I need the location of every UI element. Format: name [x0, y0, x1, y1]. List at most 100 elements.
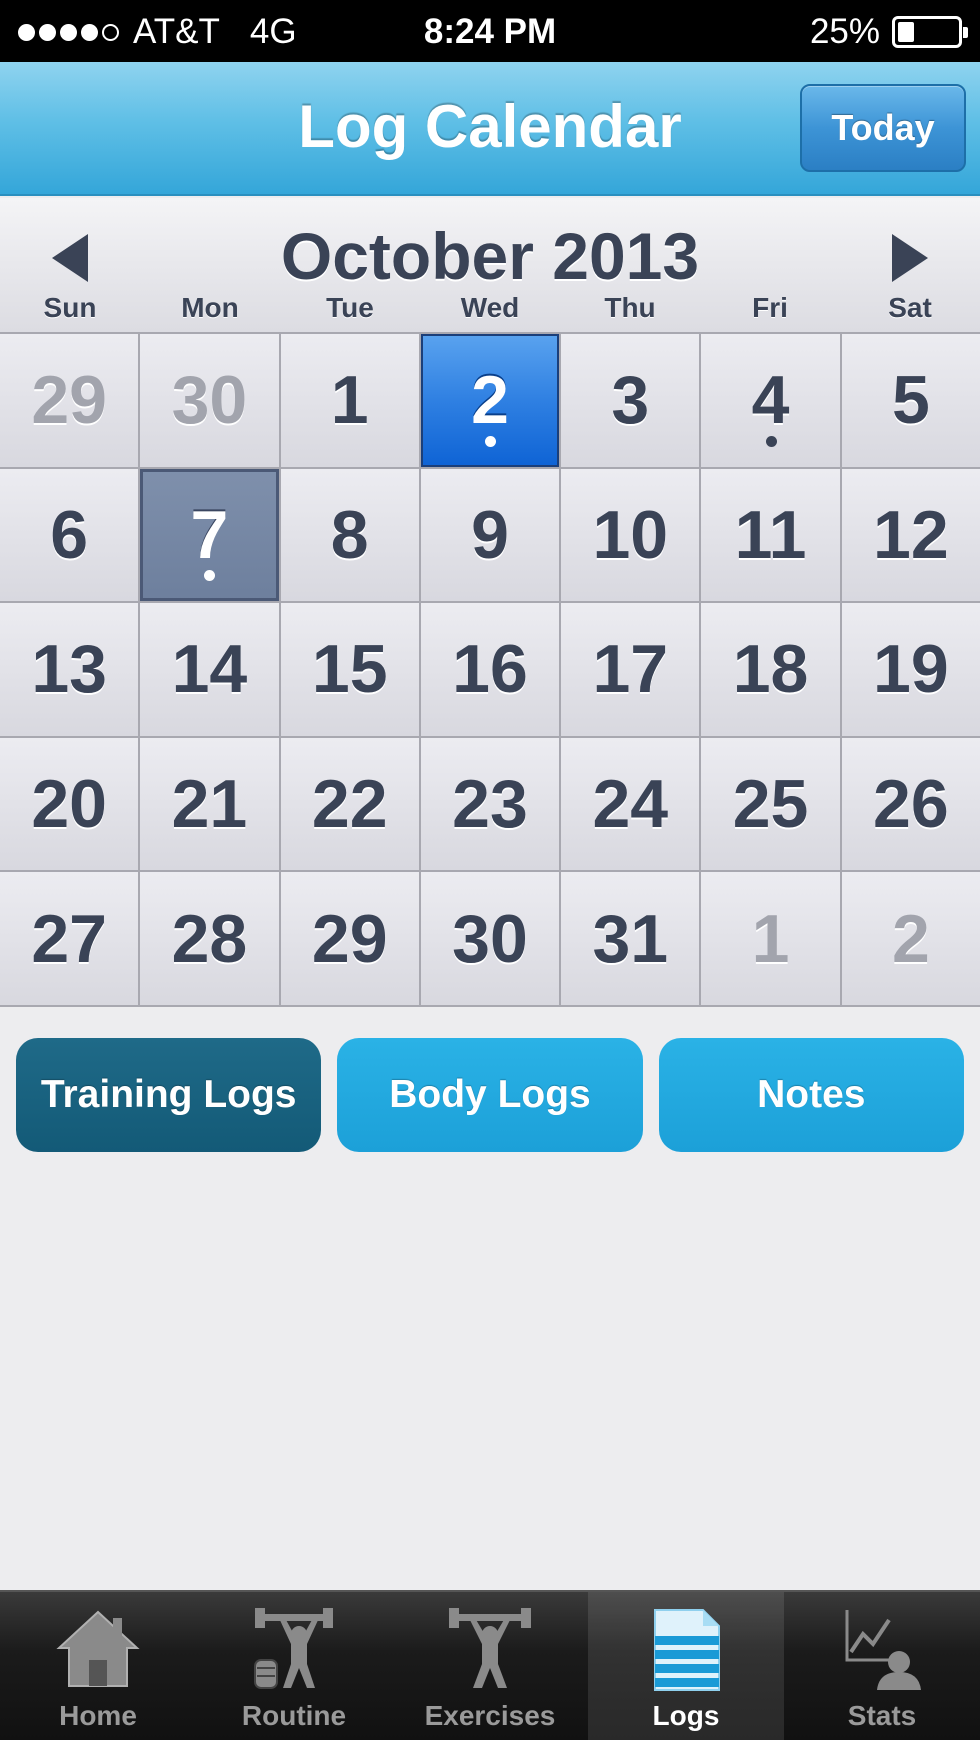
- calendar-day-today[interactable]: 7: [140, 468, 279, 602]
- day-number: 19: [873, 631, 949, 708]
- tab-label: Home: [59, 1700, 137, 1731]
- weekday-label: Sun: [43, 292, 97, 323]
- day-number: 16: [452, 631, 528, 708]
- log-marker-dot: [204, 570, 216, 582]
- day-number: 14: [171, 631, 248, 708]
- calendar-day[interactable]: 30: [420, 872, 560, 1005]
- next-month-button[interactable]: [880, 228, 940, 288]
- calendar-day[interactable]: 19: [841, 603, 980, 736]
- calendar-day-selected[interactable]: 2: [420, 334, 560, 467]
- day-number: 26: [873, 766, 949, 843]
- arrow-right-icon: [892, 234, 928, 282]
- calendar-day[interactable]: 29: [280, 872, 419, 1005]
- calendar-day[interactable]: 9: [420, 468, 560, 602]
- day-number: 28: [171, 900, 248, 977]
- notes-button[interactable]: Notes: [658, 1038, 964, 1152]
- calendar-day[interactable]: 23: [420, 737, 560, 871]
- calendar-day[interactable]: 30: [140, 334, 279, 467]
- day-number: 3: [611, 362, 650, 439]
- day-number: 7: [190, 496, 229, 573]
- weekday-label: Wed: [460, 292, 520, 323]
- tab-label: Logs: [652, 1700, 720, 1731]
- day-number: 29: [31, 362, 107, 439]
- calendar-day[interactable]: 27: [0, 872, 139, 1005]
- day-number: 9: [471, 496, 509, 573]
- calendar-day[interactable]: 21: [140, 737, 279, 871]
- calendar-day[interactable]: 10: [561, 468, 700, 602]
- day-number: 22: [311, 766, 388, 843]
- day-number: 27: [31, 900, 107, 977]
- weekday-label: Fri: [752, 292, 788, 323]
- day-number: 4: [751, 362, 790, 439]
- tab-bar: Home Routine Exercises Logs Stats: [0, 1590, 980, 1740]
- battery-level: [898, 22, 914, 42]
- calendar-day[interactable]: 5: [841, 334, 980, 467]
- tab-home[interactable]: Home: [0, 1592, 196, 1740]
- calendar-day[interactable]: 12: [841, 468, 980, 602]
- body-logs-button[interactable]: Body Logs: [337, 1038, 643, 1152]
- day-number: 29: [311, 900, 388, 977]
- calendar-day[interactable]: 17: [561, 603, 700, 736]
- day-number: 24: [592, 766, 669, 843]
- calendar-day[interactable]: 26: [841, 737, 980, 871]
- calendar-day[interactable]: 3: [561, 334, 700, 467]
- calendar-day[interactable]: 20: [0, 737, 139, 871]
- routine-icon: [254, 1608, 333, 1689]
- calendar-day[interactable]: 28: [140, 872, 279, 1005]
- tab-stats[interactable]: Stats: [784, 1592, 980, 1740]
- day-number: 1: [751, 900, 790, 977]
- day-number: 23: [452, 766, 528, 843]
- day-number: 18: [732, 631, 809, 708]
- month-title: October 2013: [280, 219, 700, 293]
- calendar-day[interactable]: 4: [701, 334, 840, 467]
- day-number: 15: [311, 631, 388, 708]
- calendar-day[interactable]: 2: [841, 872, 980, 1005]
- weekday-label: Sat: [888, 292, 932, 323]
- calendar-day[interactable]: 11: [701, 468, 840, 602]
- today-button[interactable]: Today: [800, 84, 966, 172]
- day-number: 30: [452, 900, 528, 977]
- calendar-day[interactable]: 29: [0, 334, 139, 467]
- calendar-day[interactable]: 1: [280, 334, 419, 467]
- calendar-day[interactable]: 24: [561, 737, 700, 871]
- calendar-day[interactable]: 13: [0, 603, 139, 736]
- status-right: 25%: [809, 12, 968, 52]
- day-number: 10: [592, 496, 669, 573]
- status-bar: AT&T 4G 8:24 PM 25%: [0, 0, 980, 62]
- day-number: 12: [873, 496, 949, 573]
- weekday-label: Thu: [604, 292, 656, 323]
- day-number: 2: [471, 362, 509, 439]
- day-number: 21: [171, 766, 248, 843]
- day-number: 6: [50, 496, 89, 573]
- tab-label: Exercises: [424, 1700, 556, 1731]
- home-icon: [56, 1610, 140, 1687]
- day-number: 5: [891, 362, 930, 439]
- training-logs-button[interactable]: Training Logs: [16, 1038, 322, 1152]
- navigation-bar: Log Calendar Today: [0, 62, 980, 196]
- calendar-day[interactable]: 14: [140, 603, 279, 736]
- day-number: 17: [592, 631, 669, 708]
- calendar-day[interactable]: 15: [280, 603, 419, 736]
- logs-icon: [654, 1609, 720, 1691]
- day-number: 13: [31, 631, 107, 708]
- calendar-day[interactable]: 22: [280, 737, 419, 871]
- weekday-label: Tue: [326, 292, 374, 323]
- day-number: 20: [31, 766, 107, 843]
- calendar-day[interactable]: 1: [701, 872, 840, 1005]
- stats-icon: [845, 1610, 921, 1690]
- weekday-label: Mon: [181, 292, 239, 323]
- tab-routine[interactable]: Routine: [196, 1592, 392, 1740]
- tab-exercises[interactable]: Exercises: [392, 1592, 588, 1740]
- tab-logs[interactable]: Logs: [588, 1592, 784, 1740]
- calendar-day[interactable]: 18: [701, 603, 840, 736]
- log-marker-dot: [484, 435, 496, 447]
- day-number: 1: [330, 362, 369, 439]
- calendar-day[interactable]: 31: [561, 872, 700, 1005]
- calendar-day[interactable]: 8: [280, 468, 419, 602]
- calendar-day[interactable]: 25: [701, 737, 840, 871]
- calendar-day[interactable]: 16: [420, 603, 560, 736]
- calendar-day[interactable]: 6: [0, 468, 139, 602]
- day-number: 25: [732, 766, 809, 843]
- battery-percent: 25%: [809, 12, 880, 51]
- tab-label: Routine: [241, 1700, 347, 1731]
